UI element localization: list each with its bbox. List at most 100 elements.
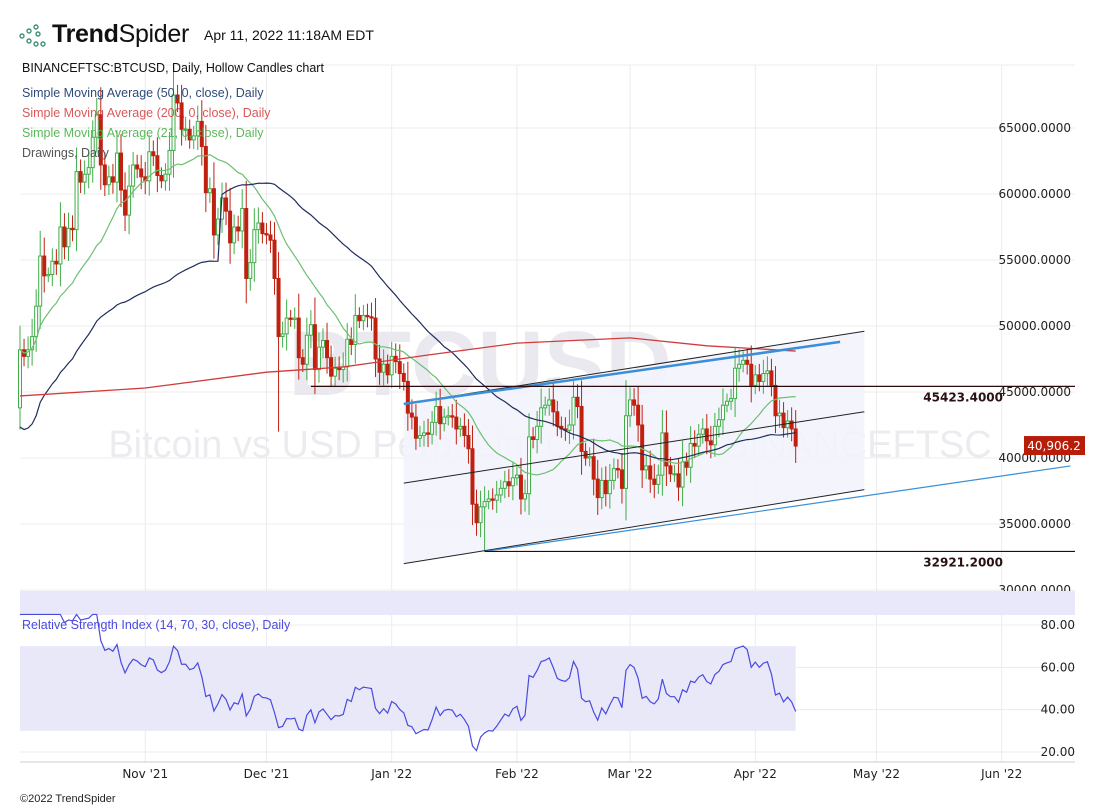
candle-down — [413, 416, 418, 439]
legend-drawings[interactable]: Drawings, Daily — [22, 146, 109, 160]
candle-down — [551, 399, 556, 413]
candle-down — [312, 324, 317, 371]
candle-up — [672, 473, 677, 476]
time-axis-label: Feb '22 — [495, 767, 539, 781]
candle-down — [123, 189, 128, 216]
candle-down — [119, 152, 123, 191]
candle-down — [676, 473, 681, 488]
legend-rsi[interactable]: Relative Strength Index (14, 70, 30, clo… — [22, 618, 290, 632]
candle-down — [474, 503, 479, 524]
candle-up — [127, 185, 132, 216]
candle-up — [252, 229, 257, 264]
candle-down — [296, 317, 301, 359]
candle-down — [385, 363, 390, 376]
time-axis-label: May '22 — [853, 767, 900, 781]
candle-down — [401, 373, 406, 382]
candle-down — [110, 176, 115, 183]
time-axis-label: Dec '21 — [244, 767, 290, 781]
panel-divider — [20, 591, 1075, 615]
candle-down — [288, 317, 293, 320]
candle-up — [696, 433, 701, 447]
candle-up — [741, 359, 746, 365]
candle-down — [203, 145, 208, 194]
candle-up — [46, 274, 51, 277]
candle-down — [409, 412, 414, 418]
price-axis-label: 65000.0000 — [998, 121, 1071, 135]
candle-down — [749, 363, 754, 386]
candle-down — [555, 411, 560, 427]
candle-up — [478, 506, 483, 524]
candle-down — [692, 442, 697, 447]
candle-down — [260, 222, 265, 235]
candle-up — [361, 314, 366, 322]
candle-down — [159, 175, 164, 182]
chart-title: BINANCEFTSC:BTCUSD, Daily, Hollow Candle… — [22, 61, 324, 75]
candle-down — [377, 358, 382, 373]
candle-up — [82, 173, 87, 183]
candle-up — [624, 415, 628, 489]
candle-down — [603, 479, 608, 495]
candle-up — [163, 173, 168, 182]
legend-sma200[interactable]: Simple Moving Average (200, 0, close), D… — [22, 106, 271, 120]
candle-down — [450, 415, 455, 418]
candle-up — [607, 479, 612, 495]
last-price-label: 40,906.2 — [1027, 439, 1080, 453]
candle-down — [781, 412, 786, 429]
candle-down — [78, 171, 83, 183]
candle-up — [86, 167, 91, 175]
candle-up — [543, 404, 548, 409]
candle-down — [490, 498, 495, 501]
candle-up — [539, 407, 544, 427]
candle-up — [628, 399, 633, 417]
candle-up — [316, 346, 321, 371]
legend-sma21[interactable]: Simple Moving Average (21, 0, close), Da… — [22, 126, 264, 140]
candle-down — [652, 478, 657, 485]
candle-down — [615, 468, 620, 471]
candle-up — [442, 416, 447, 425]
candle-down — [708, 440, 713, 446]
candle-up — [498, 487, 503, 496]
chart-canvas[interactable]: Nov '21 Dec '21 Jan '22 Feb '22 Mar '22 Apr '… — [0, 0, 1106, 809]
candle-up — [434, 406, 439, 423]
candle-up — [486, 498, 491, 503]
price-axis-label: 50000.0000 — [998, 319, 1071, 333]
legend-sma50[interactable]: Simple Moving Average (50, 0, close), Da… — [22, 86, 264, 100]
price-axis-label: 55000.0000 — [998, 253, 1071, 267]
candle-down — [151, 151, 156, 157]
candle-up — [494, 494, 499, 501]
candle-down — [139, 168, 144, 178]
candle-down — [325, 340, 330, 359]
candle-down — [272, 239, 277, 279]
candle-down — [329, 357, 334, 377]
candle-down — [684, 461, 689, 468]
candle-down — [264, 233, 269, 236]
candle-up — [240, 208, 245, 232]
time-axis-label: Jun '22 — [980, 767, 1022, 781]
rsi-axis-label: 20.00 — [1041, 745, 1075, 759]
candle-down — [102, 164, 107, 186]
candle-up — [74, 171, 79, 231]
candle-up — [599, 479, 604, 499]
candle-up — [656, 474, 661, 485]
trendspider-chart: TrendSpider Apr 11, 2022 11:18AM EDT Nov… — [0, 0, 1106, 809]
candle-up — [308, 324, 313, 336]
candle-up — [381, 363, 386, 373]
rsi-band — [20, 646, 796, 731]
candle-up — [284, 317, 289, 335]
candle-down — [244, 208, 249, 279]
time-axis-label: Mar '22 — [608, 767, 653, 781]
candle-up — [725, 400, 729, 406]
rsi-axis-label: 40.00 — [1041, 703, 1075, 717]
candle-down — [42, 255, 47, 277]
price-axis-label: 60000.0000 — [998, 187, 1071, 201]
candle-down — [575, 396, 580, 408]
candle-down — [211, 188, 216, 236]
candle-down — [648, 465, 653, 480]
candle-down — [470, 448, 475, 505]
candle-down — [506, 481, 511, 487]
time-axis-label: Nov '21 — [122, 767, 168, 781]
candle-down — [426, 432, 431, 435]
candle-up — [280, 333, 285, 338]
candle-up — [567, 424, 572, 431]
candle-up — [106, 176, 111, 186]
